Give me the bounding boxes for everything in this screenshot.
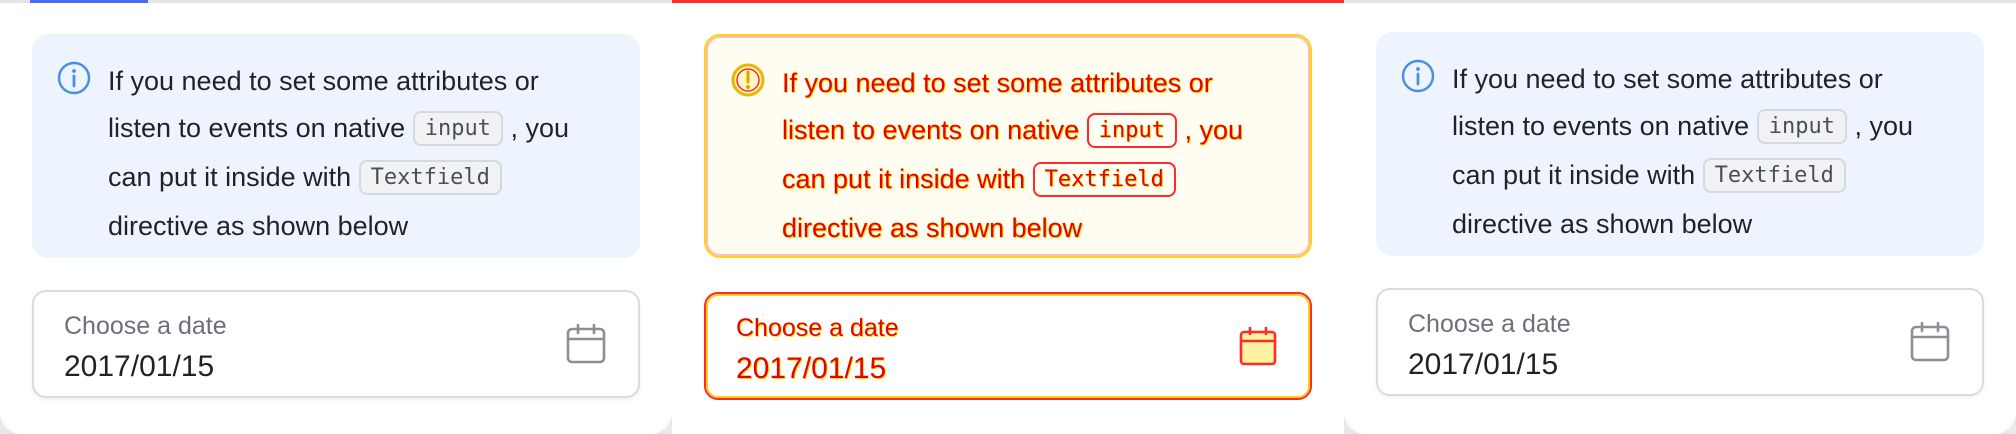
inline-code: input	[1756, 109, 1847, 144]
info-line: If you need to set some attributes or	[782, 68, 1213, 98]
info-line: listen to events on native	[782, 115, 1080, 145]
info-circle-icon	[1401, 59, 1435, 93]
date-field-label: Choose a date	[736, 314, 899, 342]
info-text: If you need to set some attributes or li…	[1452, 56, 1952, 248]
calendar-icon[interactable]	[1908, 320, 1952, 364]
calendar-icon[interactable]	[564, 322, 608, 366]
date-textfield[interactable]: Choose a date 2017/01/15	[704, 292, 1312, 400]
active-tab-indicator	[30, 0, 148, 3]
info-line: If you need to set some attributes or	[1452, 64, 1883, 94]
inline-code: input	[1086, 113, 1177, 148]
date-field-label: Choose a date	[1408, 310, 1571, 338]
calendar-icon[interactable]	[1236, 324, 1280, 368]
info-line: If you need to set some attributes or	[108, 66, 539, 96]
info-line: , you	[1854, 111, 1913, 141]
date-textfield[interactable]: Choose a date 2017/01/15	[32, 290, 640, 398]
info-line: listen to events on native	[1452, 111, 1750, 141]
inline-code: input	[412, 111, 503, 146]
preview-panel-right: If you need to set some attributes or li…	[1344, 0, 2016, 434]
info-circle-icon	[731, 63, 765, 97]
inline-code: Textfield	[1702, 158, 1846, 193]
preview-panel-left: If you need to set some attributes or li…	[0, 0, 672, 434]
inline-code: Textfield	[1032, 162, 1176, 197]
date-field-label: Choose a date	[64, 312, 227, 340]
info-line: can put it inside with	[1452, 160, 1696, 190]
date-field-value[interactable]: 2017/01/15	[64, 350, 214, 384]
info-line: directive as shown below	[108, 211, 409, 241]
date-field-value[interactable]: 2017/01/15	[736, 352, 886, 386]
info-text: If you need to set some attributes or li…	[108, 58, 608, 250]
info-line: directive as shown below	[782, 213, 1083, 243]
info-text: If you need to set some attributes or li…	[782, 60, 1282, 252]
info-line: directive as shown below	[1452, 209, 1753, 239]
info-callout: If you need to set some attributes or li…	[1376, 32, 1984, 256]
info-line: can put it inside with	[108, 162, 352, 192]
preview-panel-diff: If you need to set some attributes or li…	[672, 0, 1344, 434]
inline-code: Textfield	[358, 160, 502, 195]
info-line: listen to events on native	[108, 113, 406, 143]
info-callout: If you need to set some attributes or li…	[32, 34, 640, 258]
diff-top-border	[672, 0, 1344, 3]
info-callout: If you need to set some attributes or li…	[704, 34, 1312, 258]
info-line: can put it inside with	[782, 164, 1026, 194]
info-line: , you	[1184, 115, 1243, 145]
info-circle-icon	[57, 61, 91, 95]
date-field-value[interactable]: 2017/01/15	[1408, 348, 1558, 382]
info-line: , you	[510, 113, 569, 143]
panel-top-border	[1344, 0, 2016, 3]
date-textfield[interactable]: Choose a date 2017/01/15	[1376, 288, 1984, 396]
